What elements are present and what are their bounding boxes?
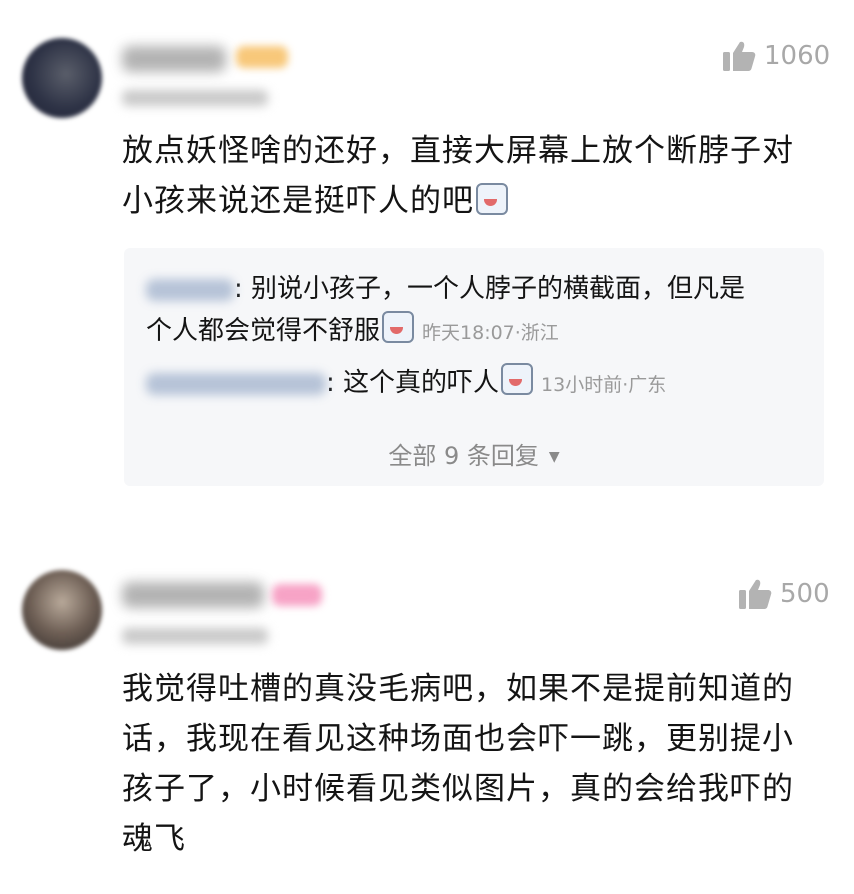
like-count: 1060: [764, 41, 831, 71]
like-button[interactable]: 1060: [722, 40, 830, 72]
like-count: 500: [780, 579, 830, 609]
reply-text: 个人都会觉得不舒服: [146, 316, 381, 346]
reply-meta: 昨天18:07·浙江: [422, 322, 559, 344]
view-all-replies-button[interactable]: 全部 9 条回复 ▼: [124, 436, 824, 471]
reply-text: 这个真的吓人: [343, 368, 500, 398]
sweat-smile-emoji-icon: [476, 183, 508, 215]
thumbs-up-icon: [739, 579, 772, 609]
user-badge: [236, 46, 288, 68]
username-blurred[interactable]: [122, 46, 226, 72]
reply-item[interactable]: : 别说小孩子，一个人脖子的横截面，但凡是: [146, 268, 745, 310]
comment-text: 我觉得吐槽的真没毛病吧，如果不是提前知道的 话，我现在看见这种场面也会吓一跳，更…: [122, 664, 794, 864]
reply-item-cont[interactable]: 个人都会觉得不舒服 昨天18:07·浙江: [146, 310, 559, 354]
scared-emoji-icon: [501, 363, 534, 395]
thumbs-up-icon: [723, 41, 756, 71]
like-button[interactable]: 500: [738, 578, 830, 610]
post-date-blurred: [122, 628, 268, 644]
comment-text-line: 放点妖怪啥的还好，直接大屏幕上放个断脖子对: [122, 133, 794, 169]
comment-text-line: 话，我现在看见这种场面也会吓一跳，更别提小: [122, 721, 794, 757]
comment-text-line: 魂飞: [122, 821, 186, 857]
reply-username-blurred[interactable]: [146, 372, 326, 395]
post-date-blurred: [122, 90, 268, 106]
avatar[interactable]: [22, 570, 102, 650]
reply-box: : 别说小孩子，一个人脖子的横截面，但凡是 个人都会觉得不舒服 昨天18:07·浙…: [124, 248, 824, 486]
user-badge: [272, 584, 322, 606]
reply-username-blurred[interactable]: [146, 278, 234, 301]
username-blurred[interactable]: [122, 582, 264, 608]
reply-meta: 13小时前·广东: [541, 374, 667, 396]
comment-text: 放点妖怪啥的还好，直接大屏幕上放个断脖子对 小孩来说还是挺吓人的吧: [122, 126, 794, 226]
reply-text: 别说小孩子，一个人脖子的横截面，但凡是: [251, 274, 746, 304]
caret-down-icon: ▼: [548, 449, 560, 465]
view-all-replies-label: 全部 9 条回复: [388, 442, 539, 470]
comment-text-line: 小孩来说还是挺吓人的吧: [122, 183, 474, 219]
sweat-smile-emoji-icon: [382, 311, 415, 343]
avatar[interactable]: [22, 38, 102, 118]
comment-text-line: 我觉得吐槽的真没毛病吧，如果不是提前知道的: [122, 671, 794, 707]
reply-item[interactable]: : 这个真的吓人 13小时前·广东: [146, 362, 666, 406]
comment-text-line: 孩子了，小时候看见类似图片，真的会给我吓的: [122, 771, 794, 807]
reply-colon: :: [234, 274, 252, 304]
reply-colon: :: [326, 368, 344, 398]
